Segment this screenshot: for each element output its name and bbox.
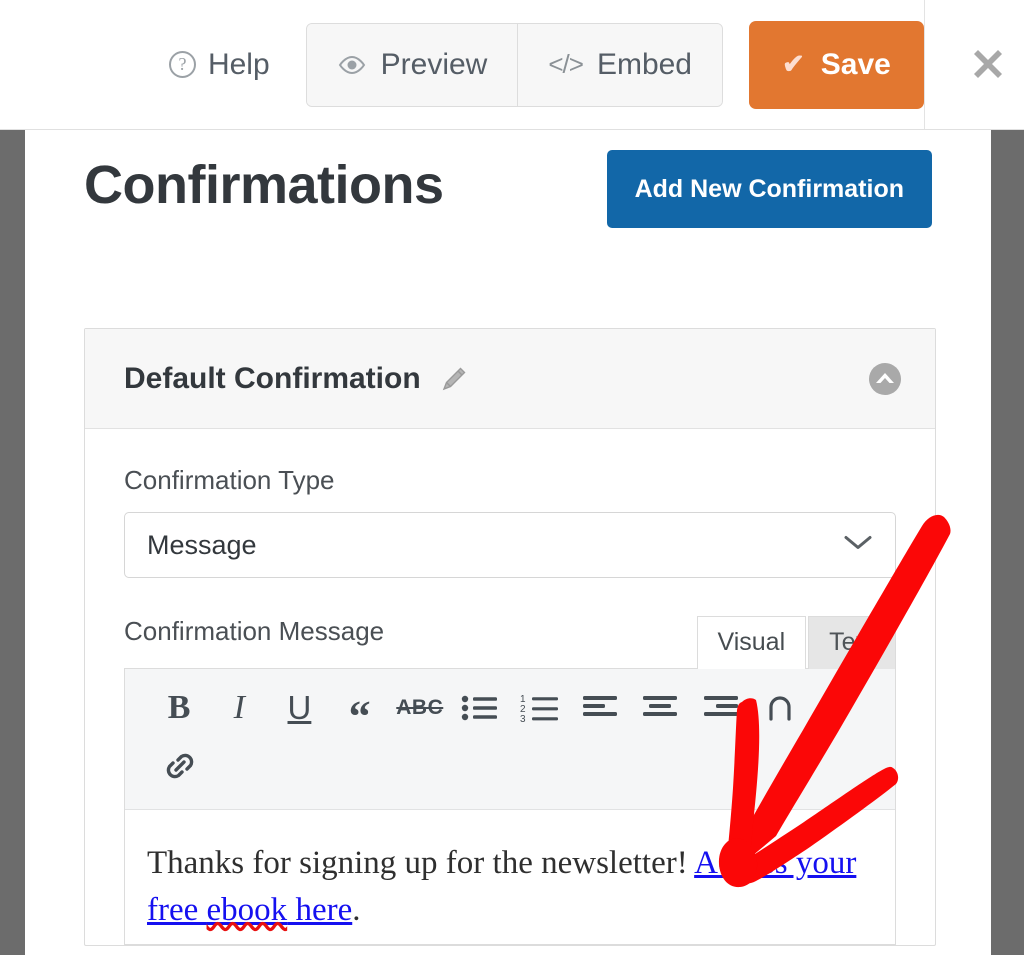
close-x-icon <box>962 38 1014 90</box>
eye-icon <box>337 55 367 75</box>
help-label: Help <box>207 47 270 81</box>
bold-icon[interactable]: B <box>149 681 209 735</box>
italic-icon[interactable]: I <box>209 681 269 735</box>
close-builder-button[interactable] <box>960 36 1016 92</box>
page-header: Confirmations Add New Confirmation <box>84 130 932 270</box>
topbar-divider <box>924 0 925 129</box>
blockquote-icon[interactable]: “ <box>330 681 390 738</box>
message-text-after: . <box>352 891 361 928</box>
pencil-icon[interactable] <box>437 362 471 396</box>
topbar-actions: ? Help Preview </> Embed ✔ Save <box>0 0 924 129</box>
preview-embed-segmented-group: Preview </> Embed <box>305 22 723 107</box>
check-icon: ✔ <box>782 49 805 79</box>
undo-icon[interactable] <box>751 681 811 735</box>
confirmation-type-select[interactable]: Message <box>124 512 896 578</box>
preview-label: Preview <box>380 47 488 81</box>
confirmation-message-label-row: Confirmation Message Visual Text <box>124 616 896 669</box>
redo-icon[interactable] <box>811 681 871 735</box>
help-button[interactable]: ? Help <box>168 47 270 82</box>
right-dark-rail <box>991 130 1024 955</box>
page-title: Confirmations <box>84 155 444 215</box>
bulleted-list-icon[interactable] <box>450 681 510 735</box>
embed-label: Embed <box>596 47 692 81</box>
link-part-2: here <box>287 891 353 928</box>
misspelled-word: ebook <box>206 891 288 928</box>
toolbar-row-2 <box>149 737 871 795</box>
editor-mode-tabs: Visual Text <box>696 616 896 669</box>
tab-visual[interactable]: Visual <box>696 616 807 669</box>
save-label: Save <box>820 47 891 81</box>
editor-toolbar: B I U “ ABC 1 2 3 <box>125 669 895 810</box>
confirmation-message-editor: B I U “ ABC 1 2 3 Thanks for signing up … <box>124 668 896 945</box>
numbered-list-icon[interactable]: 1 2 3 <box>510 681 570 735</box>
confirmation-type-label: Confirmation Type <box>124 465 335 495</box>
confirmation-type-value: Message <box>147 529 257 560</box>
save-button[interactable]: ✔ Save <box>749 20 924 109</box>
panel-body: Confirmation Type Message Confirmation M… <box>85 429 935 945</box>
preview-button[interactable]: Preview <box>306 23 518 106</box>
toolbar-row-1: B I U “ ABC 1 2 3 <box>149 679 871 738</box>
left-dark-rail <box>0 130 25 955</box>
code-brackets-icon: </> <box>548 49 584 79</box>
confirmation-message-label: Confirmation Message <box>124 616 385 646</box>
chevron-up-circle-icon[interactable] <box>865 359 905 399</box>
align-center-icon[interactable] <box>630 681 690 735</box>
question-circle-icon: ? <box>168 51 196 78</box>
builder-topbar: ? Help Preview </> Embed ✔ Save <box>0 0 1024 130</box>
tab-text[interactable]: Text <box>808 616 896 669</box>
align-left-icon[interactable] <box>570 681 630 735</box>
confirmation-message-body[interactable]: Thanks for signing up for the newsletter… <box>125 810 895 944</box>
embed-button[interactable]: </> Embed <box>517 23 722 106</box>
panel-header[interactable]: Default Confirmation <box>85 329 935 429</box>
align-right-icon[interactable] <box>691 681 751 735</box>
underline-icon[interactable]: U <box>269 681 329 735</box>
add-new-confirmation-button[interactable]: Add New Confirmation <box>606 150 932 228</box>
message-text-before: Thanks for signing up for the newsletter… <box>147 845 695 881</box>
chevron-down-icon <box>843 534 873 557</box>
strikethrough-icon[interactable]: ABC <box>390 681 450 735</box>
panel-title: Default Confirmation <box>124 361 421 395</box>
default-confirmation-panel: Default Confirmation Confirmation Type M… <box>84 328 936 946</box>
confirmations-page: Confirmations Add New Confirmation Defau… <box>25 130 991 955</box>
screen-root: ? Help Preview </> Embed ✔ Save Confirma… <box>0 0 1024 955</box>
insert-link-icon[interactable] <box>149 739 211 793</box>
svg-text:3: 3 <box>520 714 526 723</box>
